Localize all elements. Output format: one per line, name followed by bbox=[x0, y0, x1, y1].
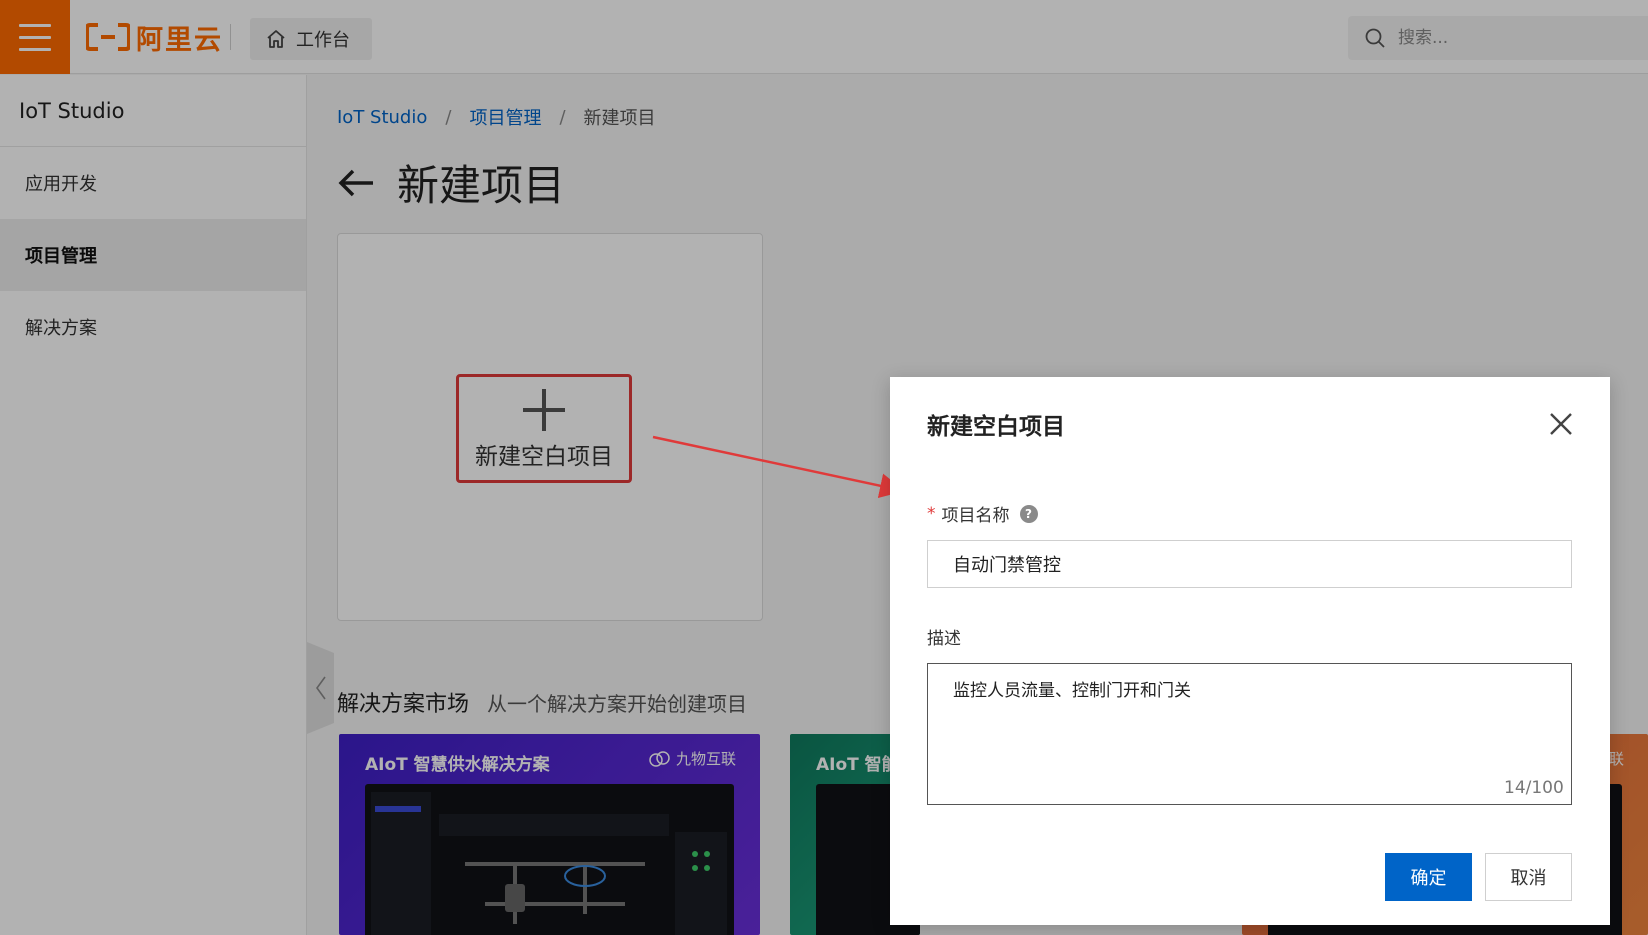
project-name-label-text: 项目名称 bbox=[941, 506, 1010, 526]
confirm-button[interactable]: 确定 bbox=[1385, 853, 1472, 901]
help-icon[interactable]: ? bbox=[1019, 504, 1038, 523]
new-blank-project-dialog: 新建空白项目 * 项目名称 ? 描述 监控人员流量、控制门开和门关 14/100… bbox=[890, 377, 1610, 925]
required-mark: * bbox=[927, 503, 936, 524]
cancel-button[interactable]: 取消 bbox=[1485, 853, 1572, 901]
description-label: 描述 bbox=[927, 624, 961, 649]
close-icon[interactable] bbox=[1546, 409, 1576, 439]
dialog-title: 新建空白项目 bbox=[927, 414, 1065, 440]
character-count: 14/100 bbox=[1504, 778, 1564, 798]
project-name-input[interactable] bbox=[927, 540, 1572, 588]
description-label-text: 描述 bbox=[927, 629, 961, 649]
description-textarea[interactable]: 监控人员流量、控制门开和门关 bbox=[927, 663, 1572, 805]
project-name-label: * 项目名称 ? bbox=[927, 501, 1038, 526]
